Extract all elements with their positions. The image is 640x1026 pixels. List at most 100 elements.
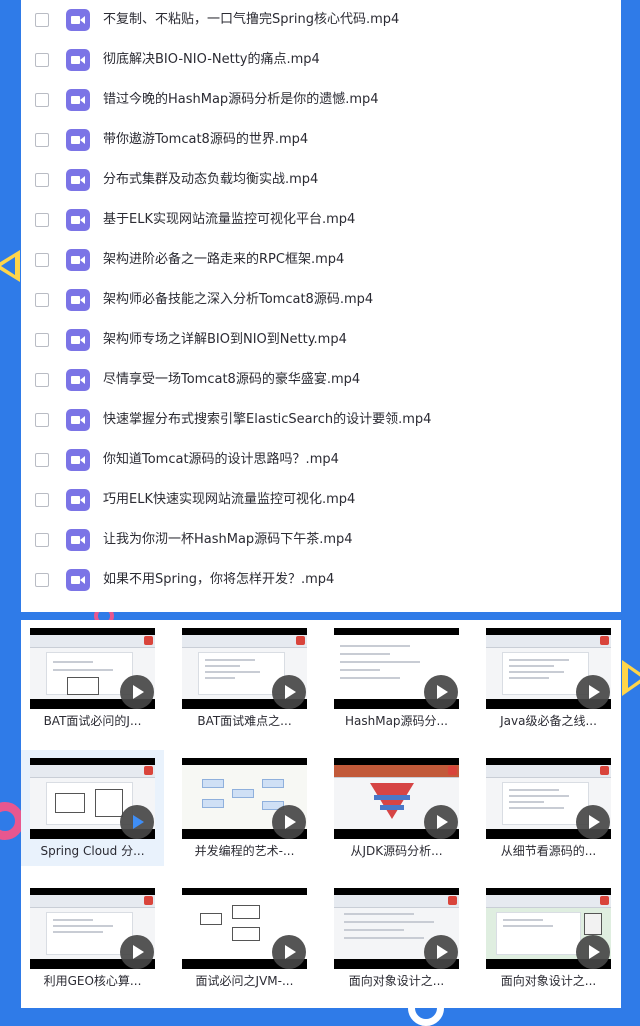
file-name[interactable]: 如果不用Spring，你将怎样开发？.mp4: [103, 560, 334, 600]
file-name[interactable]: 基于ELK实现网站流量监控可视化平台.mp4: [103, 200, 355, 240]
file-row[interactable]: 你知道Tomcat源码的设计思路吗？.mp4: [21, 440, 621, 480]
play-icon[interactable]: [272, 935, 306, 969]
file-name[interactable]: 彻底解决BIO-NIO-Netty的痛点.mp4: [103, 40, 320, 80]
play-icon[interactable]: [576, 675, 610, 709]
video-tile[interactable]: 面向对象设计之...: [477, 880, 620, 996]
video-file-icon: [66, 169, 90, 191]
file-name[interactable]: 尽情享受一场Tomcat8源码的豪华盛宴.mp4: [103, 360, 360, 400]
file-row[interactable]: 如果不用Spring，你将怎样开发？.mp4: [21, 560, 621, 600]
file-name[interactable]: 让我为你沏一杯HashMap源码下午茶.mp4: [103, 520, 353, 560]
file-row[interactable]: 让我为你沏一杯HashMap源码下午茶.mp4: [21, 520, 621, 560]
file-checkbox[interactable]: [35, 213, 49, 227]
video-tile[interactable]: Java级必备之线...: [477, 620, 620, 736]
decorative-triangle-left: [0, 250, 20, 282]
video-title[interactable]: Java级必备之线...: [477, 712, 620, 729]
file-name[interactable]: 带你遨游Tomcat8源码的世界.mp4: [103, 120, 308, 160]
video-thumbnail: [30, 888, 155, 969]
file-checkbox[interactable]: [35, 173, 49, 187]
video-tile[interactable]: 利用GEO核心算...: [21, 880, 164, 996]
file-row[interactable]: 错过今晚的HashMap源码分析是你的遗憾.mp4: [21, 80, 621, 120]
file-row[interactable]: 不复制、不粘贴，一口气撸完Spring核心代码.mp4: [21, 0, 621, 40]
play-icon[interactable]: [120, 935, 154, 969]
video-title[interactable]: 从细节看源码的...: [477, 842, 620, 859]
play-icon[interactable]: [272, 675, 306, 709]
file-name[interactable]: 分布式集群及动态负载均衡实战.mp4: [103, 160, 318, 200]
video-file-icon: [66, 249, 90, 271]
file-row[interactable]: 基于ELK实现网站流量监控可视化平台.mp4: [21, 200, 621, 240]
play-icon[interactable]: [576, 935, 610, 969]
file-name[interactable]: 架构进阶必备之一路走来的RPC框架.mp4: [103, 240, 344, 280]
file-checkbox[interactable]: [35, 293, 49, 307]
video-thumbnail: [486, 758, 611, 839]
video-file-icon: [66, 49, 90, 71]
file-row[interactable]: 尽情享受一场Tomcat8源码的豪华盛宴.mp4: [21, 360, 621, 400]
file-row[interactable]: 带你遨游Tomcat8源码的世界.mp4: [21, 120, 621, 160]
video-file-icon: [66, 369, 90, 391]
video-tile[interactable]: Spring Cloud 分...: [21, 750, 164, 866]
file-checkbox[interactable]: [35, 93, 49, 107]
video-thumbnail: [30, 758, 155, 839]
video-tile[interactable]: BAT面试必问的J...: [21, 620, 164, 736]
file-name[interactable]: 巧用ELK快速实现网站流量监控可视化.mp4: [103, 480, 355, 520]
video-file-list: 不复制、不粘贴，一口气撸完Spring核心代码.mp4 彻底解决BIO-NIO-…: [21, 0, 621, 612]
file-name[interactable]: 架构师专场之详解BIO到NIO到Netty.mp4: [103, 320, 347, 360]
video-thumbnail: [182, 888, 307, 969]
video-thumbnail: [182, 628, 307, 709]
file-name[interactable]: 架构师必备技能之深入分析Tomcat8源码.mp4: [103, 280, 373, 320]
play-icon[interactable]: [424, 805, 458, 839]
file-checkbox[interactable]: [35, 333, 49, 347]
file-checkbox[interactable]: [35, 373, 49, 387]
video-title[interactable]: BAT面试必问的J...: [21, 712, 164, 729]
video-file-icon: [66, 489, 90, 511]
play-icon[interactable]: [272, 805, 306, 839]
video-tile[interactable]: BAT面试难点之...: [173, 620, 316, 736]
file-name[interactable]: 你知道Tomcat源码的设计思路吗？.mp4: [103, 440, 339, 480]
play-icon[interactable]: [576, 805, 610, 839]
file-row[interactable]: 架构师专场之详解BIO到NIO到Netty.mp4: [21, 320, 621, 360]
video-tile[interactable]: 并发编程的艺术-...: [173, 750, 316, 866]
file-row[interactable]: 彻底解决BIO-NIO-Netty的痛点.mp4: [21, 40, 621, 80]
file-row[interactable]: 架构师必备技能之深入分析Tomcat8源码.mp4: [21, 280, 621, 320]
video-tile[interactable]: 从JDK源码分析...: [325, 750, 468, 866]
video-file-icon: [66, 289, 90, 311]
file-checkbox[interactable]: [35, 133, 49, 147]
video-tile[interactable]: HashMap源码分...: [325, 620, 468, 736]
file-checkbox[interactable]: [35, 573, 49, 587]
play-icon[interactable]: [424, 935, 458, 969]
file-checkbox[interactable]: [35, 53, 49, 67]
file-checkbox[interactable]: [35, 533, 49, 547]
file-checkbox[interactable]: [35, 13, 49, 27]
video-file-icon: [66, 529, 90, 551]
file-checkbox[interactable]: [35, 413, 49, 427]
video-title[interactable]: 面向对象设计之...: [325, 972, 468, 989]
video-file-icon: [66, 409, 90, 431]
file-name[interactable]: 快速掌握分布式搜索引擎ElasticSearch的设计要领.mp4: [103, 400, 431, 440]
video-tile[interactable]: 面向对象设计之...: [325, 880, 468, 996]
play-icon[interactable]: [120, 805, 154, 839]
video-thumbnail-grid: BAT面试必问的J... BAT面试难点之... HashMap源码分... J…: [21, 620, 621, 1008]
video-title[interactable]: 利用GEO核心算...: [21, 972, 164, 989]
video-title[interactable]: BAT面试难点之...: [173, 712, 316, 729]
video-tile[interactable]: 面试必问之JVM-...: [173, 880, 316, 996]
video-title[interactable]: 并发编程的艺术-...: [173, 842, 316, 859]
play-icon[interactable]: [120, 675, 154, 709]
video-title[interactable]: 从JDK源码分析...: [325, 842, 468, 859]
video-file-icon: [66, 449, 90, 471]
video-title[interactable]: HashMap源码分...: [325, 712, 468, 729]
file-row[interactable]: 巧用ELK快速实现网站流量监控可视化.mp4: [21, 480, 621, 520]
file-checkbox[interactable]: [35, 493, 49, 507]
video-title[interactable]: 面试必问之JVM-...: [173, 972, 316, 989]
video-title[interactable]: Spring Cloud 分...: [21, 842, 164, 859]
file-name[interactable]: 不复制、不粘贴，一口气撸完Spring核心代码.mp4: [103, 0, 399, 40]
file-row[interactable]: 架构进阶必备之一路走来的RPC框架.mp4: [21, 240, 621, 280]
file-row[interactable]: 分布式集群及动态负载均衡实战.mp4: [21, 160, 621, 200]
video-file-icon: [66, 89, 90, 111]
video-title[interactable]: 面向对象设计之...: [477, 972, 620, 989]
file-row[interactable]: 快速掌握分布式搜索引擎ElasticSearch的设计要领.mp4: [21, 400, 621, 440]
video-tile[interactable]: 从细节看源码的...: [477, 750, 620, 866]
video-thumbnail: [486, 628, 611, 709]
file-checkbox[interactable]: [35, 253, 49, 267]
file-checkbox[interactable]: [35, 453, 49, 467]
file-name[interactable]: 错过今晚的HashMap源码分析是你的遗憾.mp4: [103, 80, 379, 120]
play-icon[interactable]: [424, 675, 458, 709]
